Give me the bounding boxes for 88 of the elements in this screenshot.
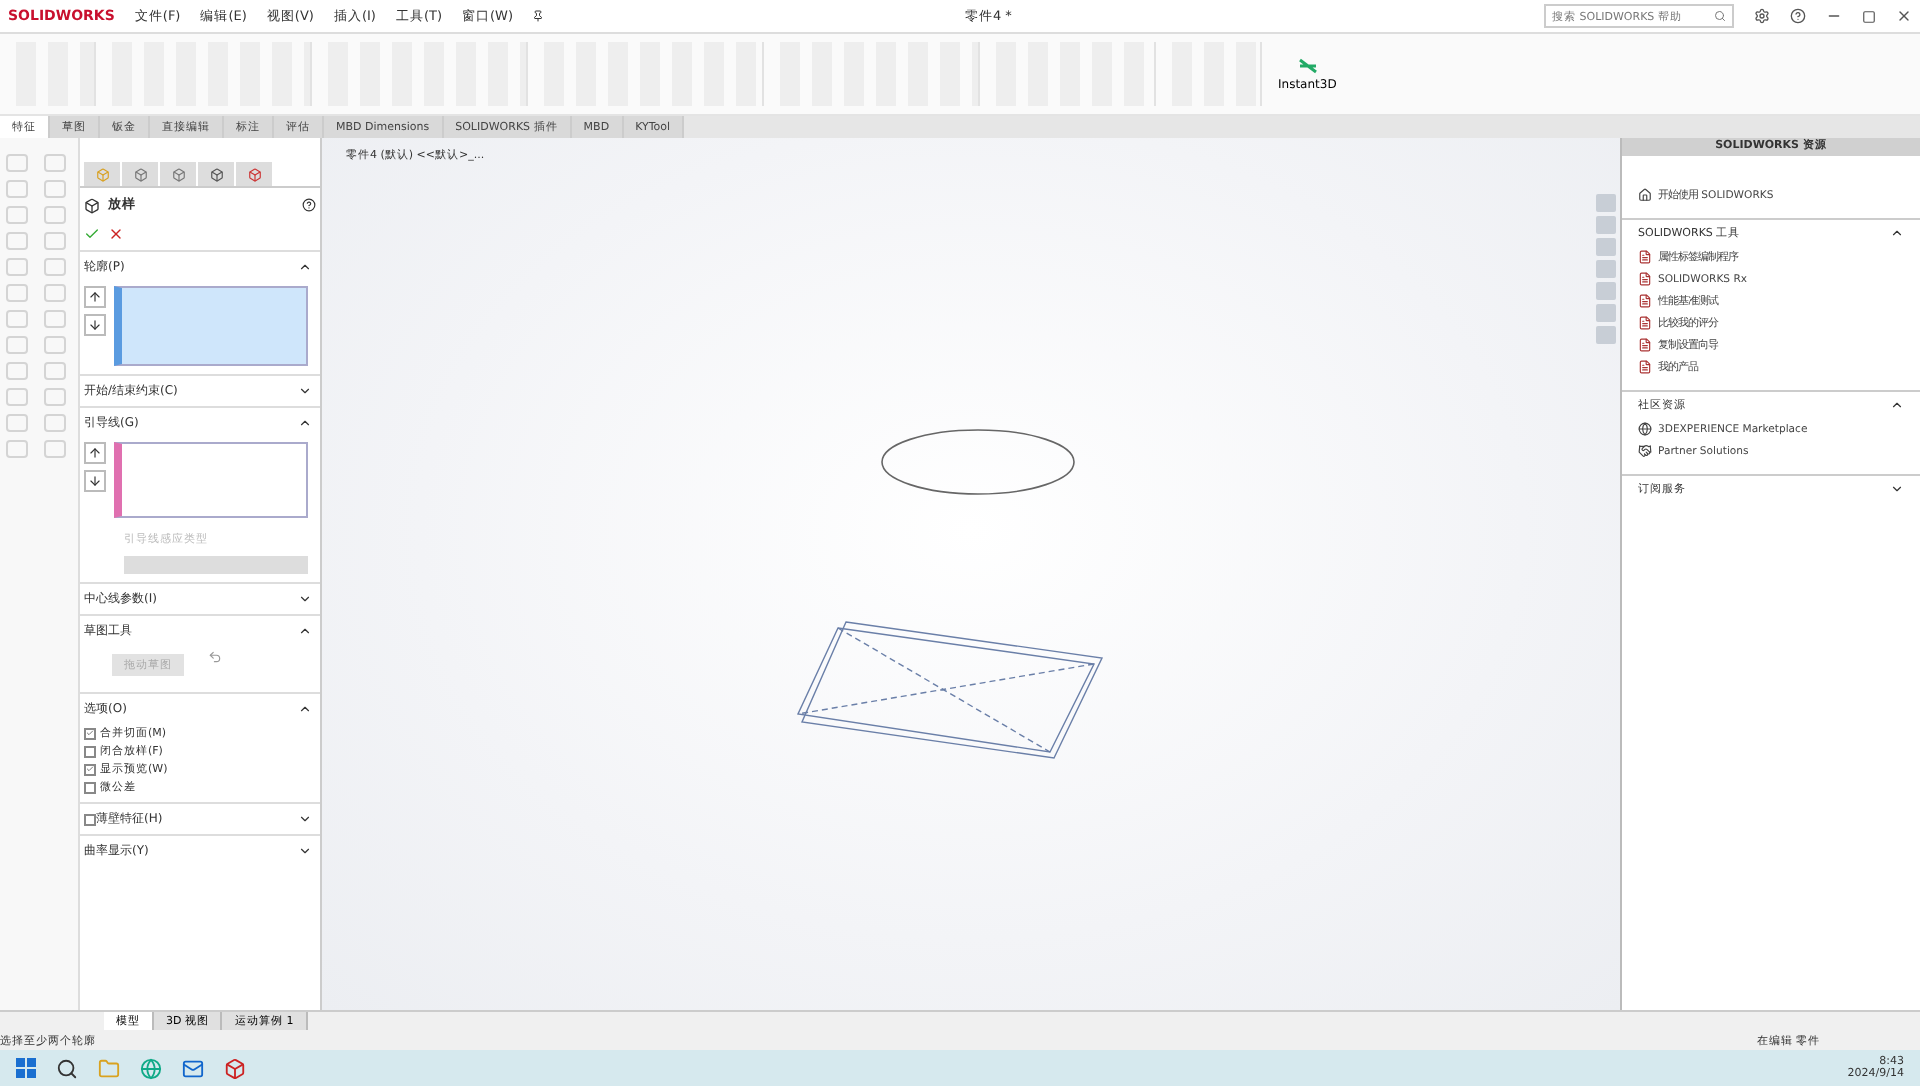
search-icon[interactable] xyxy=(56,1057,78,1079)
checkbox[interactable] xyxy=(84,745,96,757)
tool-icon[interactable] xyxy=(6,388,28,406)
maximize-icon[interactable] xyxy=(1862,9,1876,23)
tool-icon[interactable] xyxy=(6,284,28,302)
checkbox[interactable] xyxy=(84,727,96,739)
checkbox[interactable] xyxy=(84,763,96,775)
cube-icon xyxy=(171,167,185,181)
document-icon xyxy=(1638,272,1652,286)
tool-icon[interactable] xyxy=(43,310,65,328)
tool-icon[interactable] xyxy=(6,258,28,276)
tool-icon[interactable] xyxy=(43,388,65,406)
cube-icon xyxy=(95,167,109,181)
mail-icon[interactable] xyxy=(182,1057,204,1079)
arrow-up-icon xyxy=(88,290,102,304)
manager-tab[interactable] xyxy=(122,162,158,186)
collapse-icon[interactable] xyxy=(298,260,312,274)
document-icon xyxy=(1638,338,1652,352)
tool-icon[interactable] xyxy=(43,414,65,432)
tool-icon[interactable] xyxy=(43,180,65,198)
manager-tab[interactable] xyxy=(160,162,196,186)
expand-icon[interactable] xyxy=(298,592,312,606)
move-down-button[interactable] xyxy=(84,470,106,492)
tool-icon[interactable] xyxy=(6,232,28,250)
tool-icon[interactable] xyxy=(43,258,65,276)
manager-tab[interactable] xyxy=(236,162,272,186)
collapse-icon[interactable] xyxy=(298,624,312,638)
toolbar-group[interactable] xyxy=(1172,42,1262,106)
help-icon[interactable] xyxy=(1790,8,1806,24)
tool-icon[interactable] xyxy=(6,336,28,354)
tool-icon[interactable] xyxy=(43,232,65,250)
pin-icon[interactable] xyxy=(532,10,545,22)
collapse-icon[interactable] xyxy=(298,416,312,430)
start-icon[interactable] xyxy=(16,1058,36,1078)
tool-icon[interactable] xyxy=(6,154,28,172)
document-icon xyxy=(1638,316,1652,330)
arrow-down-icon xyxy=(88,474,102,488)
move-up-button[interactable] xyxy=(84,442,106,464)
document-icon xyxy=(1638,294,1652,308)
manager-tab[interactable] xyxy=(198,162,234,186)
selection-list[interactable] xyxy=(114,286,308,366)
expand-icon[interactable] xyxy=(298,384,312,398)
check-icon xyxy=(86,764,94,774)
arrow-down-icon xyxy=(88,318,102,332)
loft-icon xyxy=(84,197,100,213)
document-icon xyxy=(1638,360,1652,374)
handshake-icon xyxy=(1638,444,1652,458)
cube-icon xyxy=(247,167,261,181)
undo-icon[interactable] xyxy=(208,650,222,664)
tool-icon[interactable] xyxy=(43,440,65,458)
expand-icon[interactable] xyxy=(298,844,312,858)
tool-icon[interactable] xyxy=(6,180,28,198)
toolbar-group[interactable] xyxy=(16,42,96,106)
browser-icon[interactable] xyxy=(140,1057,162,1079)
tool-icon[interactable] xyxy=(6,362,28,380)
move-up-button[interactable] xyxy=(84,286,106,308)
expand-icon[interactable] xyxy=(298,812,312,826)
home-icon xyxy=(1638,188,1652,202)
move-down-button[interactable] xyxy=(84,314,106,336)
cube-icon xyxy=(133,167,147,181)
check-icon xyxy=(86,728,94,738)
collapse-icon[interactable] xyxy=(1890,226,1904,240)
collapse-icon[interactable] xyxy=(1890,398,1904,412)
instant3d-icon xyxy=(1297,57,1318,73)
app-icon[interactable] xyxy=(224,1057,246,1079)
tool-icon[interactable] xyxy=(6,414,28,432)
tool-icon[interactable] xyxy=(6,310,28,328)
checkbox[interactable] xyxy=(84,813,96,825)
checkbox[interactable] xyxy=(84,781,96,793)
document-icon xyxy=(1638,250,1652,264)
tool-icon[interactable] xyxy=(43,206,65,224)
tool-icon[interactable] xyxy=(43,284,65,302)
arrow-up-icon xyxy=(88,446,102,460)
close-icon[interactable] xyxy=(1896,8,1912,24)
tool-icon[interactable] xyxy=(6,206,28,224)
cube-icon xyxy=(209,167,223,181)
ok-icon[interactable] xyxy=(84,226,100,242)
tool-icon[interactable] xyxy=(43,362,65,380)
selection-list[interactable] xyxy=(114,442,308,518)
globe-icon xyxy=(1638,422,1652,436)
expand-icon[interactable] xyxy=(1890,482,1904,496)
collapse-icon[interactable] xyxy=(298,702,312,716)
tool-icon[interactable] xyxy=(43,336,65,354)
help-icon[interactable] xyxy=(302,198,316,212)
tool-icon[interactable] xyxy=(6,440,28,458)
cancel-icon[interactable] xyxy=(108,226,124,242)
folder-icon[interactable] xyxy=(98,1057,120,1079)
tool-icon[interactable] xyxy=(43,154,65,172)
